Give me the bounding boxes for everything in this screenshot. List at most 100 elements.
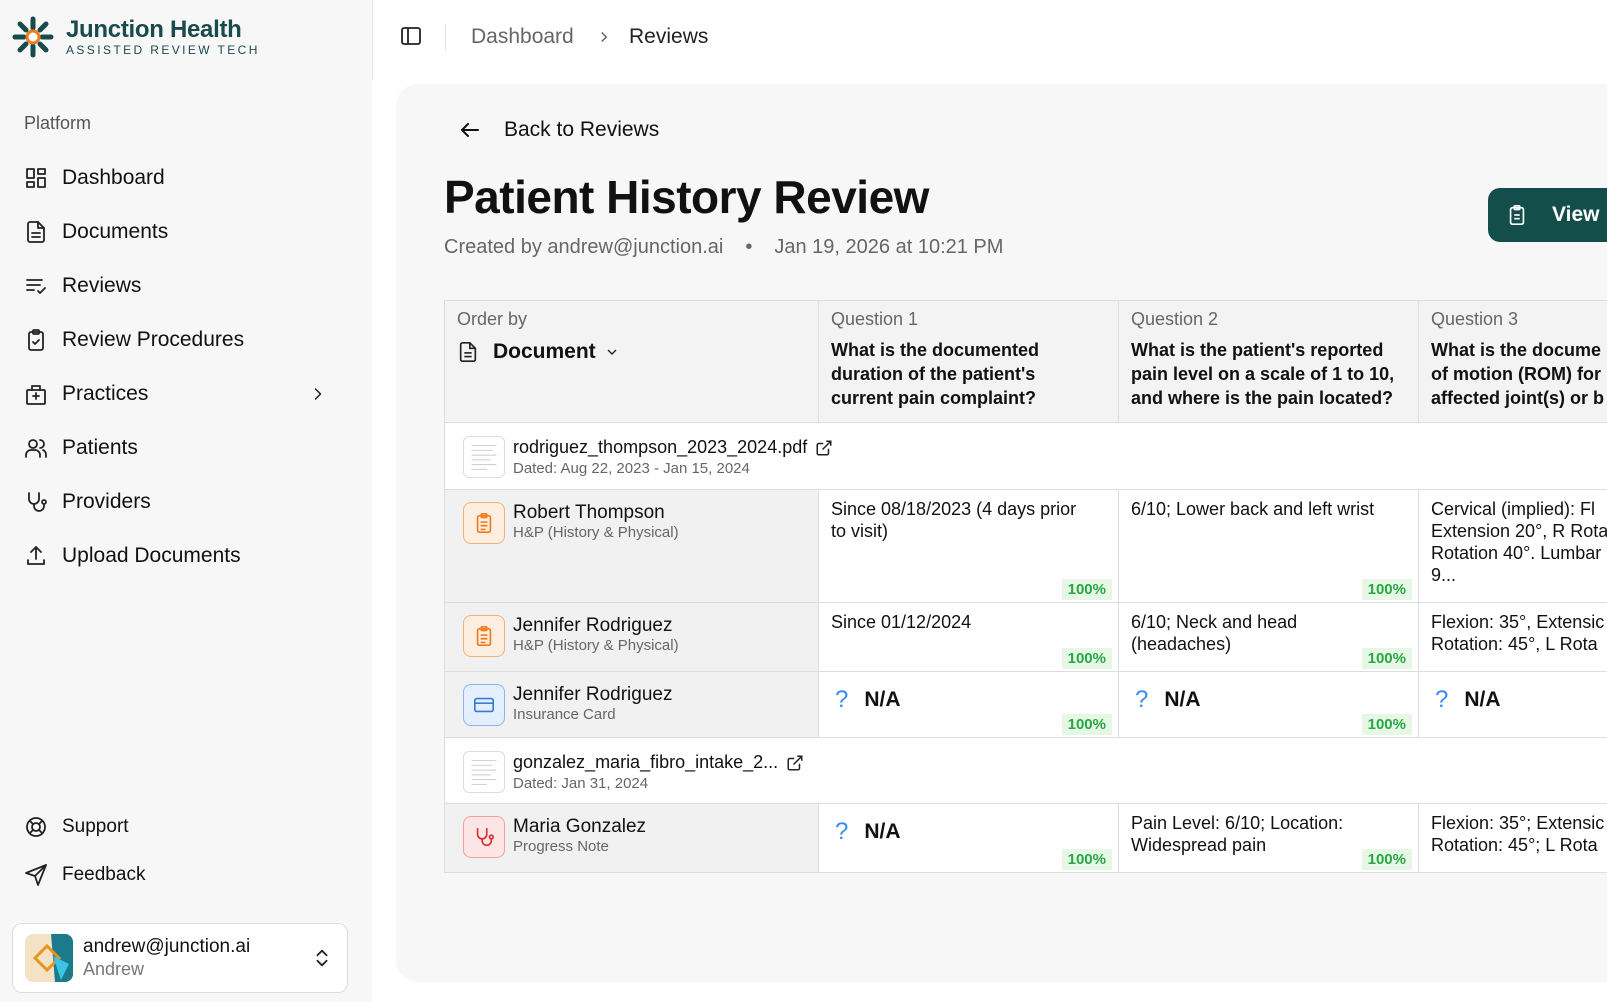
confidence-badge: 100%	[1361, 648, 1412, 669]
created-by: Created by andrew@junction.ai	[444, 236, 724, 258]
back-to-reviews-link[interactable]: Back to Reviews	[458, 118, 659, 142]
external-link-icon	[787, 755, 803, 770]
avatar	[25, 934, 73, 982]
answer-cell[interactable]: Since 01/12/2024 100%	[819, 603, 1119, 671]
answer-cell[interactable]: Flexion: 35°; Extensic Rotation: 45°; L …	[1419, 804, 1607, 872]
sidebar-item-reviews[interactable]: Reviews	[24, 259, 344, 313]
meta-separator: •	[745, 236, 753, 258]
answer-text: Since 08/18/2023 (4 days prior to visit)	[831, 499, 1077, 541]
answer-cell[interactable]: 6/10; Neck and head (headaches) 100%	[1119, 603, 1419, 671]
table-row[interactable]: Jennifer Rodriguez H&P (History & Physica…	[445, 603, 1607, 672]
hospital-icon	[26, 385, 46, 405]
document-icon	[27, 221, 45, 243]
answer-text: N/A	[1164, 688, 1201, 711]
document-filename: rodriguez_thompson_2023_2024.pdf	[513, 437, 808, 457]
view-button[interactable]: View	[1488, 188, 1607, 242]
person-name: Jennifer Rodriguez	[513, 615, 673, 636]
person-name: Jennifer Rodriguez	[513, 684, 673, 705]
arrow-left-icon	[461, 123, 479, 137]
question-label: Question 2	[1131, 309, 1219, 329]
question-header: Question 3 What is the docume of motion …	[1419, 301, 1607, 422]
sidebar-item-dashboard[interactable]: Dashboard	[24, 151, 344, 205]
page-title: Patient History Review	[444, 171, 929, 223]
sidebar-item-label: Patients	[62, 436, 138, 459]
clipboard-icon	[1509, 205, 1525, 225]
sidebar-item-label: Reviews	[62, 274, 142, 297]
sidebar-item-review-procedures[interactable]: Review Procedures	[24, 313, 344, 367]
sidebar-item-providers[interactable]: Providers	[24, 475, 344, 529]
clipboard-icon	[463, 502, 505, 544]
user-name: Andrew	[83, 959, 145, 979]
sidebar-item-documents[interactable]: Documents	[24, 205, 344, 259]
table-row[interactable]: Robert Thompson H&P (History & Physical) …	[445, 490, 1607, 603]
order-by-select[interactable]: Document	[457, 340, 806, 364]
sidebar-item-label: Support	[62, 816, 129, 837]
table-row[interactable]: Maria Gonzalez Progress Note ? N/A 100% Pai…	[445, 804, 1607, 873]
document-group-row: gonzalez_maria_fibro_intake_2... Dated: …	[445, 738, 1607, 804]
clipboard-icon	[463, 615, 505, 657]
created-at: Jan 19, 2026 at 10:21 PM	[774, 236, 1004, 258]
question-header: Question 1 What is the documented durati…	[819, 301, 1119, 422]
sidebar-item-label: Documents	[62, 220, 169, 243]
answer-cell[interactable]: ? N/A 100%	[1119, 672, 1419, 737]
answer-text: 6/10; Lower back and left wrist	[1131, 499, 1375, 519]
question-mark-icon: ?	[835, 686, 849, 713]
document-group-row: rodriguez_thompson_2023_2024.pdf Dated: …	[445, 423, 1607, 490]
sidebar-item-label: Dashboard	[62, 166, 165, 189]
confidence-badge: 100%	[1061, 648, 1112, 669]
order-by-value: Document	[493, 340, 596, 363]
sidebar-item-support[interactable]: Support	[24, 803, 344, 851]
junction-logo-icon	[12, 16, 54, 58]
sidebar-item-practices[interactable]: Practices	[24, 367, 344, 421]
question-header: Question 2 What is the patient's reporte…	[1119, 301, 1419, 422]
document-thumbnail	[463, 436, 505, 478]
answer-text: Flexion: 35°; Extensic Rotation: 45°; L …	[1431, 813, 1605, 855]
sidebar-item-label: Review Procedures	[62, 328, 245, 351]
answer-cell[interactable]: ? N/A	[1419, 672, 1607, 737]
answer-text: Cervical (implied): Fl Extension 20°, R …	[1431, 499, 1607, 585]
lifebuoy-icon	[26, 817, 46, 837]
sidebar-item-patients[interactable]: Patients	[24, 421, 344, 475]
credit-card-icon	[463, 684, 505, 726]
question-mark-icon: ?	[1435, 686, 1449, 713]
breadcrumb-dashboard[interactable]: Dashboard	[471, 24, 574, 50]
document-thumbnail	[463, 751, 505, 793]
sidebar-toggle-icon[interactable]	[399, 24, 423, 48]
table-row[interactable]: Jennifer Rodriguez Insurance Card ? N/A 100…	[445, 672, 1607, 738]
answer-cell[interactable]: 6/10; Lower back and left wrist 100%	[1119, 490, 1419, 602]
answer-cell[interactable]: Pain Level: 6/10; Location: Widespread p…	[1119, 804, 1419, 872]
stethoscope-icon	[28, 492, 47, 512]
list-check-icon	[26, 279, 46, 294]
question-text: What is the patient's reported pain leve…	[1131, 340, 1395, 408]
confidence-badge: 100%	[1061, 849, 1112, 870]
brand-logo[interactable]: Junction Health ASSISTED REVIEW TECH	[12, 16, 260, 58]
review-table: Order by Document Question 1 What is the…	[444, 300, 1607, 873]
answer-cell[interactable]: ? N/A 100%	[819, 672, 1119, 737]
question-label: Question 3	[1431, 309, 1519, 329]
brand-title: Junction Health	[66, 16, 242, 43]
document-link[interactable]: rodriguez_thompson_2023_2024.pdf	[513, 437, 833, 458]
answer-cell[interactable]: Cervical (implied): Fl Extension 20°, R …	[1419, 490, 1607, 602]
document-date: Dated: Aug 22, 2023 - Jan 15, 2024	[513, 460, 750, 477]
answer-cell[interactable]: Flexion: 35°, Extensic Rotation: 45°, L …	[1419, 603, 1607, 671]
person-cell: Jennifer Rodriguez Insurance Card	[445, 672, 819, 737]
sidebar: Junction Health ASSISTED REVIEW TECH Pla…	[0, 0, 372, 1002]
sidebar-item-upload-documents[interactable]: Upload Documents	[24, 529, 344, 583]
document-link[interactable]: gonzalez_maria_fibro_intake_2...	[513, 752, 804, 773]
user-menu[interactable]: andrew@junction.ai Andrew	[12, 923, 348, 993]
answer-cell[interactable]: Since 08/18/2023 (4 days prior to visit)…	[819, 490, 1119, 602]
clipboard-check-icon	[28, 329, 44, 351]
sidebar-item-feedback[interactable]: Feedback	[24, 851, 344, 899]
confidence-badge: 100%	[1361, 714, 1412, 735]
document-icon	[459, 342, 477, 362]
sidebar-bottom-nav: Support Feedback	[24, 803, 344, 899]
person-cell: Jennifer Rodriguez H&P (History & Physica…	[445, 603, 819, 671]
document-type: Insurance Card	[513, 706, 616, 723]
users-icon	[25, 439, 47, 458]
person-cell: Maria Gonzalez Progress Note	[445, 804, 819, 872]
document-date: Dated: Jan 31, 2024	[513, 775, 649, 792]
confidence-badge: 100%	[1361, 579, 1412, 600]
answer-cell[interactable]: ? N/A 100%	[819, 804, 1119, 872]
send-icon	[25, 864, 47, 886]
chevron-right-icon	[314, 388, 322, 400]
